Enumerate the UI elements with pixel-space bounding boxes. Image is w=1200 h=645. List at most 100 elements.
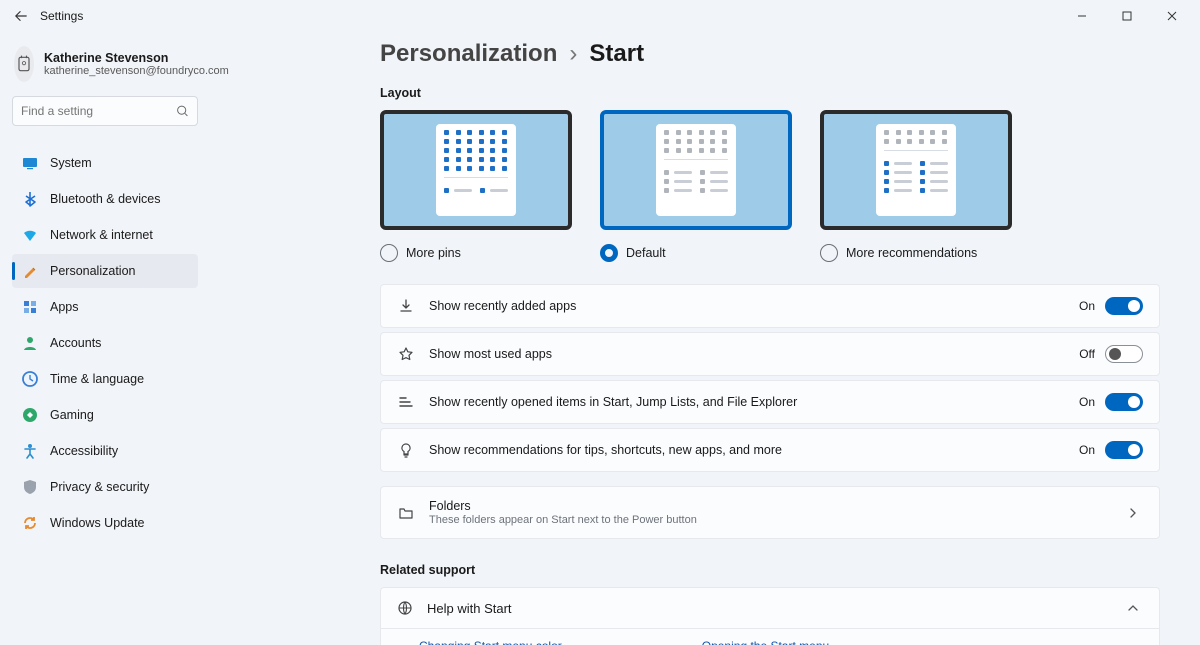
lightbulb-icon bbox=[397, 441, 415, 459]
chevron-up-icon bbox=[1123, 603, 1143, 613]
bluetooth-icon bbox=[22, 191, 38, 207]
nav-label: System bbox=[50, 156, 92, 170]
nav-label: Accessibility bbox=[50, 444, 118, 458]
nav-label: Windows Update bbox=[50, 516, 145, 530]
close-icon bbox=[1167, 11, 1177, 21]
download-icon bbox=[397, 297, 415, 315]
window-controls bbox=[1059, 2, 1194, 30]
section-label-related: Related support bbox=[380, 563, 1160, 577]
setting-recently-added: Show recently added apps On bbox=[380, 284, 1160, 328]
globe-icon bbox=[397, 600, 413, 616]
maximize-icon bbox=[1122, 11, 1132, 21]
layout-preview-default bbox=[600, 110, 792, 230]
nav-label: Personalization bbox=[50, 264, 135, 278]
search-box[interactable] bbox=[12, 96, 198, 126]
sidebar: Katherine Stevenson katherine_stevenson@… bbox=[0, 32, 210, 645]
radio-label: Default bbox=[626, 246, 666, 260]
toggle-state: On bbox=[1079, 395, 1095, 409]
network-icon bbox=[22, 227, 38, 243]
nav-update[interactable]: Windows Update bbox=[12, 506, 198, 540]
nav-accounts[interactable]: Accounts bbox=[12, 326, 198, 360]
radio-label: More recommendations bbox=[846, 246, 977, 260]
list-icon bbox=[397, 393, 415, 411]
chevron-right-icon bbox=[1123, 508, 1143, 518]
nav-label: Time & language bbox=[50, 372, 144, 386]
profile-email: katherine_stevenson@foundryco.com bbox=[44, 65, 229, 77]
toggle-recently-opened[interactable] bbox=[1105, 393, 1143, 411]
search-input[interactable] bbox=[21, 104, 176, 118]
setting-label: Show most used apps bbox=[429, 347, 1065, 361]
nav-label: Bluetooth & devices bbox=[50, 192, 161, 206]
setting-label: Show recently added apps bbox=[429, 299, 1065, 313]
chevron-right-icon: › bbox=[569, 40, 577, 68]
accessibility-icon bbox=[22, 443, 38, 459]
layout-preview-more-recs bbox=[820, 110, 1012, 230]
help-link-open[interactable]: Opening the Start menu bbox=[702, 639, 829, 645]
maximize-button[interactable] bbox=[1104, 2, 1149, 30]
profile-name: Katherine Stevenson bbox=[44, 51, 229, 65]
toggle-state: On bbox=[1079, 443, 1095, 457]
settings-list: Show recently added apps On Show most us… bbox=[380, 284, 1160, 539]
setting-label: Show recently opened items in Start, Jum… bbox=[429, 395, 1065, 409]
nav-gaming[interactable]: Gaming bbox=[12, 398, 198, 432]
accounts-icon bbox=[22, 335, 38, 351]
avatar bbox=[14, 46, 34, 82]
system-icon bbox=[22, 155, 38, 171]
nav-time[interactable]: Time & language bbox=[12, 362, 198, 396]
layout-option-default[interactable]: Default bbox=[600, 110, 792, 262]
setting-folders[interactable]: Folders These folders appear on Start ne… bbox=[380, 486, 1160, 539]
help-with-start[interactable]: Help with Start bbox=[381, 588, 1159, 628]
nav-bluetooth[interactable]: Bluetooth & devices bbox=[12, 182, 198, 216]
privacy-icon bbox=[22, 479, 38, 495]
arrow-left-icon bbox=[14, 9, 28, 23]
setting-label: Show recommendations for tips, shortcuts… bbox=[429, 443, 1065, 457]
toggle-state: On bbox=[1079, 299, 1095, 313]
breadcrumb-current: Start bbox=[589, 40, 644, 68]
help-title: Help with Start bbox=[427, 601, 512, 616]
breadcrumb-parent[interactable]: Personalization bbox=[380, 40, 557, 68]
setting-recently-opened: Show recently opened items in Start, Jum… bbox=[380, 380, 1160, 424]
back-button[interactable] bbox=[6, 2, 36, 30]
window-title: Settings bbox=[40, 9, 83, 23]
nav-label: Accounts bbox=[50, 336, 101, 350]
avatar-icon bbox=[14, 54, 34, 74]
nav-network[interactable]: Network & internet bbox=[12, 218, 198, 252]
nav-system[interactable]: System bbox=[12, 146, 198, 180]
nav-accessibility[interactable]: Accessibility bbox=[12, 434, 198, 468]
help-link-color[interactable]: Changing Start menu color bbox=[419, 639, 562, 645]
nav-privacy[interactable]: Privacy & security bbox=[12, 470, 198, 504]
layout-option-more-pins[interactable]: More pins bbox=[380, 110, 572, 262]
layout-preview-more-pins bbox=[380, 110, 572, 230]
help-block: Help with Start Changing Start menu colo… bbox=[380, 587, 1160, 645]
radio-more-recs[interactable] bbox=[820, 244, 838, 262]
nav-label: Apps bbox=[50, 300, 79, 314]
minimize-icon bbox=[1077, 11, 1087, 21]
nav-list: System Bluetooth & devices Network & int… bbox=[12, 146, 198, 540]
profile-block[interactable]: Katherine Stevenson katherine_stevenson@… bbox=[12, 40, 198, 96]
nav-personalization[interactable]: Personalization bbox=[12, 254, 198, 288]
gaming-icon bbox=[22, 407, 38, 423]
nav-apps[interactable]: Apps bbox=[12, 290, 198, 324]
setting-recommendations: Show recommendations for tips, shortcuts… bbox=[380, 428, 1160, 472]
time-icon bbox=[22, 371, 38, 387]
toggle-recommendations[interactable] bbox=[1105, 441, 1143, 459]
setting-most-used: Show most used apps Off bbox=[380, 332, 1160, 376]
folder-icon bbox=[397, 504, 415, 522]
folders-title: Folders bbox=[429, 499, 1109, 513]
close-button[interactable] bbox=[1149, 2, 1194, 30]
radio-default[interactable] bbox=[600, 244, 618, 262]
layout-option-more-recs[interactable]: More recommendations bbox=[820, 110, 1012, 262]
radio-more-pins[interactable] bbox=[380, 244, 398, 262]
minimize-button[interactable] bbox=[1059, 2, 1104, 30]
nav-label: Network & internet bbox=[50, 228, 153, 242]
main-content: Personalization › Start Layout bbox=[210, 32, 1200, 645]
toggle-recently-added[interactable] bbox=[1105, 297, 1143, 315]
help-links: Changing Start menu color Opening the St… bbox=[381, 628, 1159, 645]
nav-label: Privacy & security bbox=[50, 480, 149, 494]
toggle-state: Off bbox=[1079, 347, 1095, 361]
layout-options: More pins bbox=[380, 110, 1160, 262]
radio-label: More pins bbox=[406, 246, 461, 260]
section-label-layout: Layout bbox=[380, 86, 1160, 100]
breadcrumb: Personalization › Start bbox=[380, 40, 1160, 68]
toggle-most-used[interactable] bbox=[1105, 345, 1143, 363]
